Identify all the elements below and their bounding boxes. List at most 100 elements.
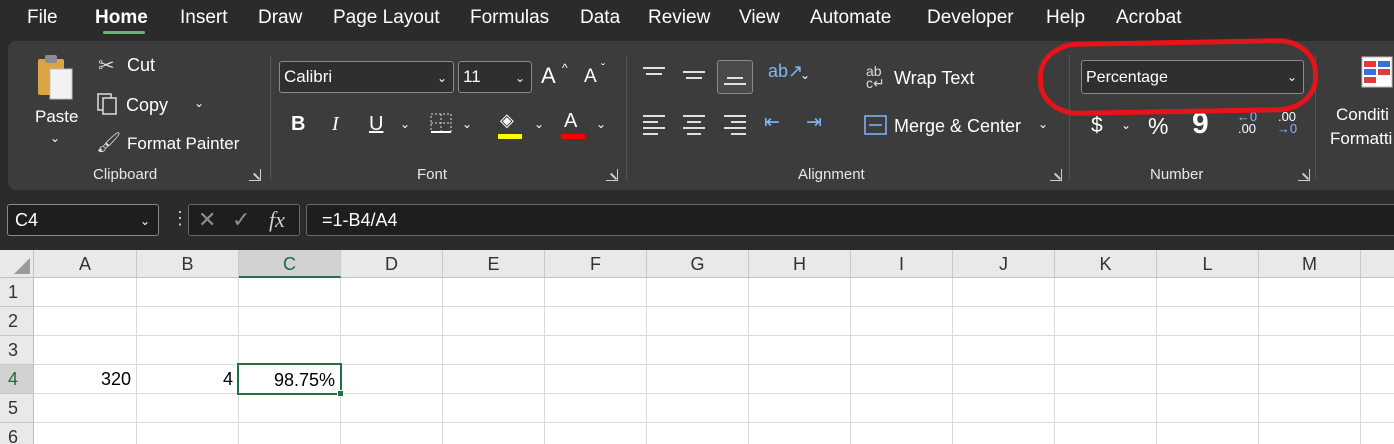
paste-button[interactable]: Paste ⌄: [26, 51, 86, 151]
enter-icon[interactable]: ✓: [232, 207, 250, 233]
insert-function-icon[interactable]: fx: [269, 207, 285, 233]
decrease-indent-icon[interactable]: ⇤: [764, 111, 780, 134]
font-size-select[interactable]: 11 ⌄: [458, 61, 532, 93]
merge-center-label: Merge & Center: [894, 116, 1022, 136]
group-divider: [626, 55, 627, 179]
increase-decimal-button[interactable]: ←0 .00: [1232, 110, 1262, 139]
underline-button[interactable]: U: [369, 113, 383, 136]
column-header-partial[interactable]: [1361, 250, 1394, 278]
tab-formulas[interactable]: Formulas: [470, 7, 549, 29]
tab-draw[interactable]: Draw: [258, 7, 302, 29]
fill-color-chevron-icon[interactable]: ⌄: [534, 117, 544, 131]
increase-indent-icon[interactable]: ⇥: [806, 111, 822, 134]
paint-bucket-icon: ◈: [500, 110, 514, 130]
clipboard-group-label: Clipboard: [93, 166, 158, 183]
font-color-chevron-icon[interactable]: ⌄: [596, 117, 606, 131]
caret-down-icon: ˇ: [601, 61, 605, 75]
decrease-decimal-button[interactable]: .00 →0: [1272, 110, 1302, 139]
copy-button[interactable]: Copy ⌄: [96, 92, 216, 118]
font-color-button[interactable]: A: [560, 110, 588, 140]
cut-button[interactable]: ✂ Cut: [98, 53, 178, 79]
align-top-icon[interactable]: [643, 67, 665, 83]
tab-automate[interactable]: Automate: [810, 7, 891, 29]
tab-review[interactable]: Review: [648, 7, 710, 29]
conditional-formatting-label-2: Formatti: [1330, 129, 1393, 148]
tab-insert[interactable]: Insert: [180, 7, 228, 29]
tab-view[interactable]: View: [739, 7, 780, 29]
fill-handle[interactable]: [337, 390, 344, 397]
more-options-icon[interactable]: ⋮: [171, 208, 189, 229]
group-divider: [270, 55, 271, 179]
column-header-e[interactable]: E: [443, 250, 545, 278]
underline-options-chevron-icon[interactable]: ⌄: [400, 117, 410, 131]
currency-format-button[interactable]: $: [1091, 114, 1103, 138]
tab-data[interactable]: Data: [580, 7, 620, 29]
tab-page-layout[interactable]: Page Layout: [333, 7, 440, 29]
column-header-a[interactable]: A: [34, 250, 137, 278]
align-middle-icon[interactable]: [683, 69, 705, 85]
tab-acrobat[interactable]: Acrobat: [1116, 7, 1181, 29]
cell-b4[interactable]: 4: [137, 365, 238, 394]
tab-developer[interactable]: Developer: [927, 7, 1014, 29]
orientation-icon[interactable]: ab↗: [768, 61, 803, 82]
formula-input[interactable]: =1-B4/A4: [306, 204, 1394, 236]
row-header-3[interactable]: 3: [0, 336, 34, 365]
bold-button[interactable]: B: [291, 113, 305, 136]
name-box[interactable]: C4 ⌄: [7, 204, 159, 236]
row-header-6[interactable]: 6: [0, 423, 34, 444]
scissors-icon: ✂: [98, 55, 115, 77]
decrease-decimal-bottom: →0: [1276, 121, 1298, 136]
fill-color-button[interactable]: ◈: [497, 110, 525, 140]
row-header-1[interactable]: 1: [0, 278, 34, 307]
column-header-l[interactable]: L: [1157, 250, 1259, 278]
borders-button[interactable]: [429, 112, 455, 136]
column-header-c[interactable]: C: [239, 250, 341, 278]
copy-label: Copy: [126, 95, 169, 115]
font-family-select[interactable]: Calibri ⌄: [279, 61, 454, 93]
column-header-m[interactable]: M: [1259, 250, 1361, 278]
column-header-g[interactable]: G: [647, 250, 749, 278]
column-header-h[interactable]: H: [749, 250, 851, 278]
tab-help[interactable]: Help: [1046, 7, 1085, 29]
clipboard-dialog-launcher-icon[interactable]: [249, 169, 261, 181]
merge-center-button[interactable]: Merge & Center ⌄: [864, 112, 1054, 140]
currency-chevron-icon[interactable]: ⌄: [1121, 118, 1131, 132]
align-center-icon[interactable]: [683, 115, 705, 135]
column-header-f[interactable]: F: [545, 250, 647, 278]
cell-a4[interactable]: 320: [34, 365, 136, 394]
conditional-formatting-label-1: Conditi: [1336, 105, 1389, 124]
column-header-b[interactable]: B: [137, 250, 239, 278]
italic-button[interactable]: I: [332, 113, 339, 136]
tab-file[interactable]: File: [27, 7, 58, 29]
tab-home[interactable]: Home: [95, 7, 148, 29]
align-bottom-button[interactable]: [717, 60, 753, 94]
cell-c4[interactable]: 98.75%: [237, 363, 342, 395]
font-dialog-launcher-icon[interactable]: [606, 169, 618, 181]
increase-font-size-button[interactable]: A: [541, 63, 556, 89]
format-painter-button[interactable]: 🖌 Format Painter: [96, 131, 256, 157]
gridline: [952, 278, 953, 444]
row-header-5[interactable]: 5: [0, 394, 34, 423]
row-header-2[interactable]: 2: [0, 307, 34, 336]
select-all-button[interactable]: [0, 250, 34, 278]
orientation-chevron-icon[interactable]: ⌄: [800, 68, 810, 82]
conditional-formatting-button[interactable]: Conditi Formatti: [1328, 51, 1394, 151]
column-header-i[interactable]: I: [851, 250, 953, 278]
cancel-icon[interactable]: ✕: [198, 207, 216, 233]
column-header-j[interactable]: J: [953, 250, 1055, 278]
align-left-icon[interactable]: [643, 115, 665, 135]
column-header-d[interactable]: D: [341, 250, 443, 278]
borders-options-chevron-icon[interactable]: ⌄: [462, 117, 472, 131]
spreadsheet-grid[interactable]: A B C D E F G H I J K L M 1 2 3 4 5 6 32…: [0, 250, 1394, 444]
number-dialog-launcher-icon[interactable]: [1298, 169, 1310, 181]
column-header-k[interactable]: K: [1055, 250, 1157, 278]
gridline: [340, 278, 341, 444]
cut-label: Cut: [127, 55, 156, 75]
font-group-label: Font: [417, 166, 448, 183]
percent-style-button[interactable]: %: [1148, 113, 1168, 140]
wrap-text-button[interactable]: ab c↵ Wrap Text: [866, 64, 996, 93]
align-right-icon[interactable]: [724, 115, 746, 135]
row-header-4[interactable]: 4: [0, 365, 34, 394]
alignment-dialog-launcher-icon[interactable]: [1050, 169, 1062, 181]
decrease-font-size-button[interactable]: A: [584, 66, 597, 88]
